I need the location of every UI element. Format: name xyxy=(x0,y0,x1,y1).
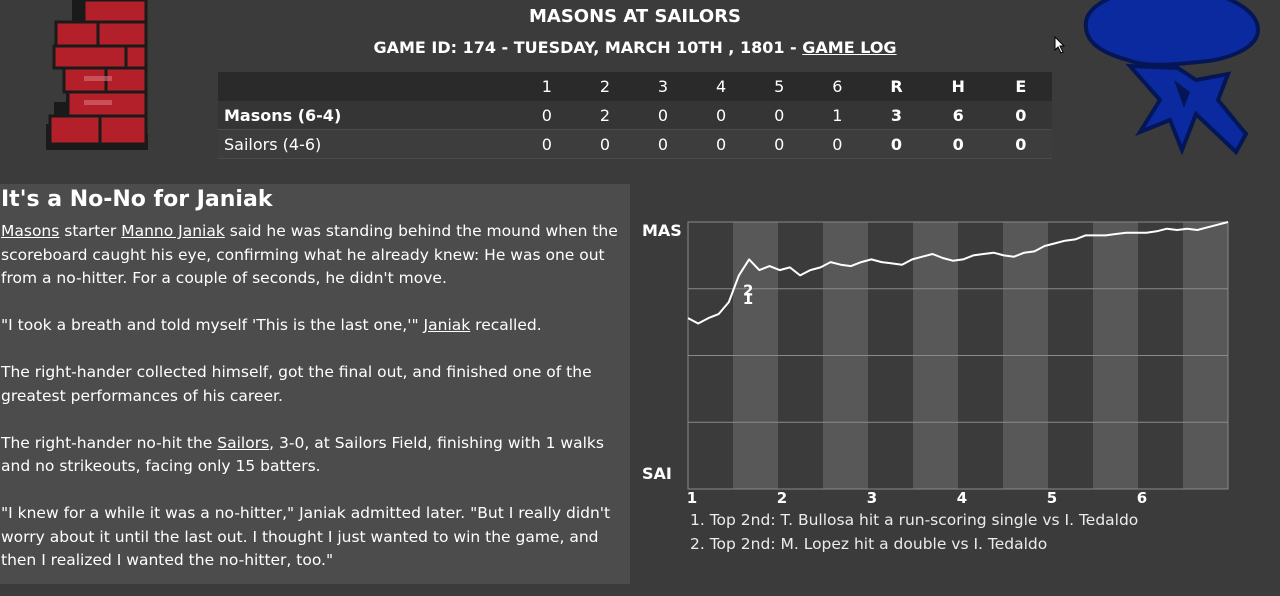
inning-score: 0 xyxy=(633,129,693,159)
inning-score: 0 xyxy=(575,129,634,159)
table-row: Masons (6-4) 0 2 0 0 0 1 3 6 0 xyxy=(218,101,1052,130)
story-paragraph: "I knew for a while it was a no-hitter,"… xyxy=(1,504,611,569)
team-name-masons[interactable]: Masons (6-4) xyxy=(218,101,518,130)
team-column-header xyxy=(218,72,518,101)
inning-score: 0 xyxy=(750,101,809,130)
inning-tick-label: 1 xyxy=(687,489,697,504)
inning-3-header: 3 xyxy=(633,72,693,101)
game-story: It's a No-No for Janiak Masons starter M… xyxy=(0,184,630,584)
game-log-link[interactable]: GAME LOG xyxy=(802,38,896,57)
annotation-marker-2: 2 xyxy=(743,281,753,299)
mouse-cursor xyxy=(1054,36,1066,54)
hits-header: H xyxy=(926,72,990,101)
story-body: Masons starter Manno Janiak said he was … xyxy=(1,220,623,596)
story-paragraph: "I took a breath and told myself 'This i… xyxy=(1,314,623,338)
inning-score: 0 xyxy=(633,101,693,130)
player-link-manno-janiak[interactable]: Manno Janiak xyxy=(121,222,225,240)
runs-header: R xyxy=(866,72,927,101)
inning-score: 0 xyxy=(750,129,809,159)
annotation-note-1: 1. Top 2nd: T. Bullosa hit a run-scoring… xyxy=(690,511,1139,529)
win-probability-panel: MAS SAI 1 2 3 4 5 6 1 2 1. Top 2nd: T. Bullosa hi… xyxy=(630,184,1280,584)
errors-total: 0 xyxy=(989,101,1052,130)
story-headline: It's a No-No for Janiak xyxy=(1,187,273,212)
errors-total: 0 xyxy=(989,129,1052,159)
inning-2-header: 2 xyxy=(575,72,634,101)
team-name-sailors[interactable]: Sailors (4-6) xyxy=(218,129,518,159)
inning-4-header: 4 xyxy=(692,72,751,101)
inning-1-header: 1 xyxy=(517,72,576,101)
inning-score: 0 xyxy=(808,129,867,159)
inning-tick-label: 5 xyxy=(1047,489,1057,504)
inning-tick-label: 4 xyxy=(957,489,967,504)
team-link-sailors[interactable]: Sailors xyxy=(217,434,269,452)
inning-score: 0 xyxy=(692,129,751,159)
player-link-janiak[interactable]: Janiak xyxy=(424,316,471,334)
story-text: starter xyxy=(59,222,122,240)
inning-5-header: 5 xyxy=(750,72,809,101)
game-info-text: GAME ID: 174 - TUESDAY, MARCH 10TH , 180… xyxy=(373,38,803,57)
annotation-note-2: 2. Top 2nd: M. Lopez hit a double vs I. … xyxy=(690,535,1048,553)
inning-score: 0 xyxy=(517,101,576,130)
hits-total: 6 xyxy=(926,101,990,130)
table-row: Sailors (4-6) 0 0 0 0 0 0 0 0 0 xyxy=(218,129,1052,159)
inning-tick-label: 6 xyxy=(1137,489,1147,504)
story-text: The right-hander no-hit the xyxy=(1,433,218,452)
inning-tick-label: 3 xyxy=(867,489,877,504)
story-paragraph: The right-hander no-hit the Sailors, 3-0… xyxy=(1,432,623,479)
hits-total: 0 xyxy=(926,129,990,159)
story-paragraph: The right-hander collected himself, got … xyxy=(1,363,592,405)
line-score-table: 1 2 3 4 5 6 R H E Masons (6-4) 0 2 0 0 0… xyxy=(218,72,1052,159)
team-label-bottom: SAI xyxy=(642,464,672,483)
runs-total: 3 xyxy=(866,101,927,130)
inning-score: 1 xyxy=(808,101,867,130)
inning-6-header: 6 xyxy=(808,72,867,101)
story-text: "I took a breath and told myself 'This i… xyxy=(1,316,424,334)
story-text: recalled. xyxy=(470,316,542,334)
inning-tick-label: 2 xyxy=(777,489,787,504)
errors-header: E xyxy=(989,72,1052,101)
team-link-masons[interactable]: Masons xyxy=(1,222,59,240)
win-probability-chart: MASSAI1 2 3 4 5 612 xyxy=(642,221,1229,504)
inning-score: 0 xyxy=(517,129,576,159)
team-label-top: MAS xyxy=(642,221,682,240)
sailors-logo xyxy=(1083,0,1260,156)
story-paragraph: Masons starter Manno Janiak said he was … xyxy=(1,220,623,291)
chart-annotations: 1. Top 2nd: T. Bullosa hit a run-scoring… xyxy=(690,508,1138,556)
line-score-header: 1 2 3 4 5 6 R H E xyxy=(218,72,1052,101)
runs-total: 0 xyxy=(866,129,927,159)
inning-score: 2 xyxy=(575,101,634,130)
inning-score: 0 xyxy=(692,101,751,130)
